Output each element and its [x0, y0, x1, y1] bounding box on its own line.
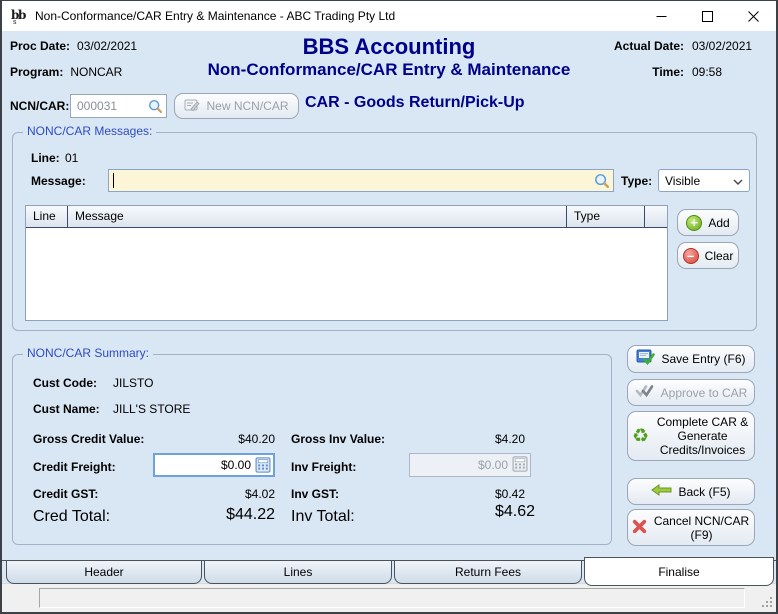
- resize-grip[interactable]: [760, 596, 773, 609]
- inv-total-value: $4.62: [494, 503, 535, 520]
- line-label: Line:: [31, 151, 60, 165]
- search-icon[interactable]: [148, 99, 163, 119]
- column-header-line[interactable]: Line: [26, 206, 68, 227]
- time-value: 09:58: [692, 65, 723, 79]
- gross-credit-label: Gross Credit Value:: [33, 432, 145, 446]
- close-button[interactable]: [730, 1, 776, 31]
- double-check-icon: [635, 384, 655, 401]
- messages-table[interactable]: Line Message Type: [25, 205, 668, 321]
- summary-group: NONC/CAR Summary: Cust Code: JILSTO Cust…: [12, 346, 612, 545]
- title-bar[interactable]: b b s Non-Conformance/CAR Entry & Mainte…: [2, 1, 776, 31]
- actual-date-label: Actual Date:: [613, 39, 684, 53]
- bbs-app-icon: b b s: [10, 7, 28, 25]
- approve-to-car-label: Approve to CAR: [660, 385, 748, 400]
- message-input[interactable]: [109, 170, 613, 191]
- calculator-icon[interactable]: [255, 457, 271, 478]
- type-dropdown-value: Visible: [665, 173, 701, 188]
- summary-group-title: NONC/CAR Summary:: [23, 346, 154, 360]
- tab-return-fees[interactable]: Return Fees: [394, 561, 582, 584]
- new-document-icon: [184, 98, 201, 115]
- cancel-ncn-car-label: Cancel NCN/CAR (F9): [653, 513, 750, 542]
- clear-button-label: Clear: [704, 248, 734, 263]
- tab-lines[interactable]: Lines: [204, 561, 392, 584]
- messages-group-title: NONC/CAR Messages:: [23, 124, 157, 138]
- complete-car-button[interactable]: ♻ Complete CAR & Generate Credits/Invoic…: [627, 411, 755, 461]
- arrow-left-icon: [651, 484, 672, 499]
- app-window: b b s Non-Conformance/CAR Entry & Mainte…: [0, 0, 778, 614]
- complete-car-label: Complete CAR & Generate Credits/Invoices: [656, 415, 749, 457]
- new-ncn-car-label: New NCN/CAR: [206, 99, 289, 113]
- status-bar: [2, 583, 776, 612]
- inv-freight-label: Inv Freight:: [291, 460, 357, 474]
- save-entry-label: Save Entry (F6): [661, 352, 746, 366]
- message-search-icon[interactable]: [594, 173, 610, 194]
- tab-header-label: Header: [84, 565, 124, 579]
- message-label: Message:: [31, 174, 86, 188]
- column-header-message[interactable]: Message: [68, 206, 567, 227]
- new-ncn-car-button[interactable]: New NCN/CAR: [174, 93, 299, 119]
- inv-gst-value: $0.42: [494, 487, 525, 501]
- type-label: Type:: [621, 174, 653, 188]
- chevron-down-icon: [733, 174, 743, 188]
- cust-code-label: Cust Code:: [33, 376, 97, 390]
- inv-freight-field[interactable]: [409, 453, 531, 477]
- tab-finalise[interactable]: Finalise: [584, 557, 774, 586]
- gross-inv-value: $4.20: [494, 432, 525, 446]
- car-mode-title: CAR - Goods Return/Pick-Up: [305, 94, 525, 111]
- cust-name-value: JILL'S STORE: [113, 402, 191, 416]
- messages-table-header: Line Message Type: [26, 206, 667, 228]
- date-time-block: Actual Date: 03/02/2021 Time: 09:58: [614, 39, 768, 79]
- credit-freight-field[interactable]: [153, 453, 275, 477]
- credit-gst-value: $4.02: [244, 487, 275, 501]
- cancel-ncn-car-button[interactable]: Cancel NCN/CAR (F9): [627, 509, 755, 546]
- recycle-icon: ♻: [632, 425, 650, 447]
- minus-icon: –: [682, 247, 699, 264]
- clear-button[interactable]: – Clear: [677, 242, 739, 269]
- line-value: 01: [65, 151, 79, 165]
- save-icon: [636, 349, 656, 369]
- cancel-x-icon: [632, 519, 647, 537]
- status-panel: [39, 588, 745, 608]
- window-title: Non-Conformance/CAR Entry & Maintenance …: [35, 9, 396, 23]
- column-header-blank: [645, 206, 667, 227]
- inv-gst-label: Inv GST:: [291, 487, 340, 501]
- messages-group: NONC/CAR Messages: Line: 01 Message: Typ…: [12, 124, 757, 331]
- maximize-button[interactable]: [684, 1, 730, 31]
- svg-text:b: b: [18, 8, 26, 22]
- cust-name-label: Cust Name:: [33, 402, 100, 416]
- approve-to-car-button[interactable]: Approve to CAR: [627, 379, 755, 406]
- minimize-button[interactable]: [638, 1, 684, 31]
- plus-icon: +: [686, 214, 703, 231]
- back-button[interactable]: Back (F5): [627, 478, 755, 505]
- calculator-icon-disabled: [512, 456, 528, 477]
- ncn-car-field[interactable]: [70, 94, 167, 118]
- svg-text:s: s: [13, 18, 17, 25]
- cred-total-label: Cred Total:: [33, 508, 111, 525]
- credit-freight-label: Credit Freight:: [33, 460, 116, 474]
- inv-total-label: Inv Total:: [291, 508, 355, 525]
- cust-code-value: JILSTO: [113, 376, 154, 390]
- add-button-label: Add: [708, 215, 730, 230]
- type-dropdown[interactable]: Visible: [658, 169, 750, 192]
- column-header-type[interactable]: Type: [567, 206, 645, 227]
- actual-date-value: 03/02/2021: [692, 39, 753, 53]
- cred-total-value: $44.22: [226, 506, 275, 523]
- add-button[interactable]: + Add: [677, 209, 739, 236]
- time-label: Time:: [652, 65, 684, 79]
- back-label: Back (F5): [678, 484, 731, 499]
- tab-return-fees-label: Return Fees: [454, 565, 522, 579]
- ncn-car-label: NCN/CAR:: [10, 99, 70, 113]
- message-field[interactable]: [108, 169, 614, 192]
- save-entry-button[interactable]: Save Entry (F6): [627, 345, 755, 373]
- tab-lines-label: Lines: [283, 565, 313, 579]
- credit-gst-label: Credit GST:: [33, 487, 99, 501]
- tab-finalise-label: Finalise: [658, 564, 700, 579]
- gross-inv-label: Gross Inv Value:: [291, 432, 386, 446]
- tab-header[interactable]: Header: [6, 561, 202, 584]
- text-caret: [113, 173, 114, 188]
- gross-credit-value: $40.20: [238, 432, 275, 446]
